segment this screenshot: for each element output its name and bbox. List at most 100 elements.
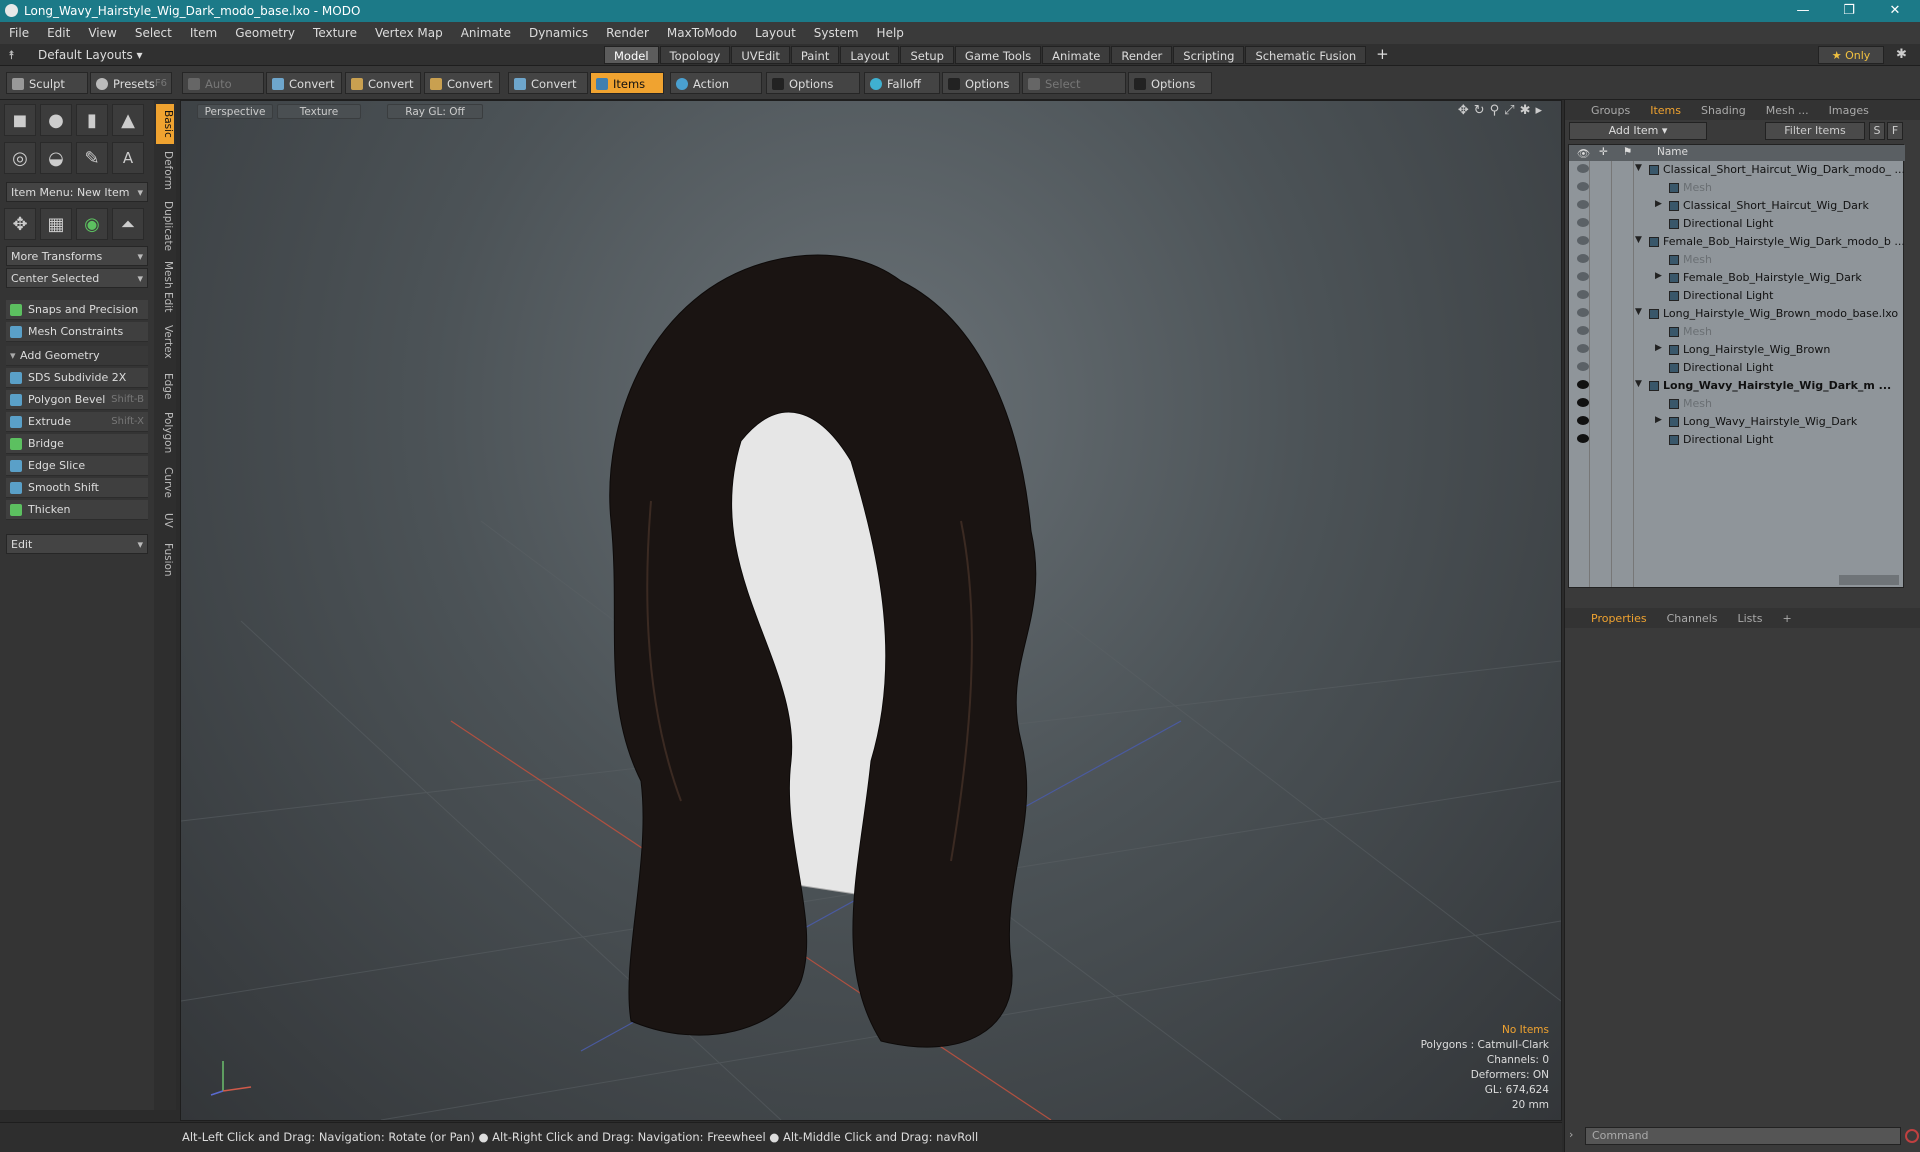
menu-item[interactable]: Item (181, 26, 226, 40)
expanded-arrow-icon[interactable]: ▼ (1635, 163, 1642, 173)
menu-select[interactable]: Select (126, 26, 181, 40)
tree-row[interactable]: ▶ Long_Wavy_Hairstyle_Wig_Dark (1569, 413, 1905, 431)
tool-extrude[interactable]: Extrude Shift-X (6, 412, 148, 432)
add-item-button[interactable]: Add Item ▾ (1569, 122, 1707, 140)
restore-button[interactable]: ❐ (1826, 0, 1872, 22)
tab-items[interactable]: Items (1640, 104, 1691, 117)
expanded-arrow-icon[interactable]: ▼ (1635, 379, 1642, 389)
visibility-eye-icon[interactable] (1577, 272, 1589, 281)
tab-topology[interactable]: Topology (659, 46, 731, 64)
tool-bridge[interactable]: Bridge (6, 434, 148, 454)
center-selected-dropdown[interactable]: Center Selected (6, 268, 148, 289)
tab-images[interactable]: Images (1819, 104, 1879, 117)
edit-dropdown[interactable]: Edit (6, 534, 148, 555)
tree-row[interactable]: ▼ Long_Hairstyle_Wig_Brown_modo_base.lxo (1569, 305, 1905, 323)
gear-icon[interactable]: ✱ (1896, 47, 1907, 62)
tree-row[interactable]: Directional Light (1569, 287, 1905, 305)
lock-header-icon[interactable]: ✛ (1599, 146, 1608, 158)
convert-button-2[interactable]: Convert (345, 72, 421, 94)
tab-model[interactable]: Model (604, 46, 659, 64)
visibility-eye-icon[interactable] (1577, 362, 1589, 371)
tab-paint[interactable]: Paint (790, 46, 840, 64)
tree-row[interactable]: Directional Light (1569, 431, 1905, 449)
collapsed-arrow-icon[interactable]: ▶ (1655, 343, 1662, 353)
tab-groups[interactable]: Groups (1581, 104, 1640, 117)
filter-items-input[interactable]: Filter Items (1765, 122, 1865, 140)
item-menu-dropdown[interactable]: Item Menu: New Item (6, 182, 148, 203)
action-center-button[interactable]: Action Center (670, 72, 762, 113)
tab-lists[interactable]: Lists (1728, 612, 1773, 625)
visibility-eye-icon[interactable] (1577, 434, 1589, 443)
menu-system[interactable]: System (805, 26, 868, 40)
minimize-button[interactable]: — (1780, 0, 1826, 22)
convert-button-4[interactable]: Convert (508, 72, 588, 94)
3d-viewport[interactable]: Perspective Texture Ray GL: Off ✥↻⚲⤢✱▸ N… (180, 100, 1562, 1121)
horizontal-scrollbar[interactable] (1839, 575, 1899, 585)
side-tab-uv[interactable]: UV (156, 506, 174, 534)
menu-dynamics[interactable]: Dynamics (520, 26, 597, 40)
menu-view[interactable]: View (79, 26, 125, 40)
tab-render[interactable]: Render (1111, 46, 1173, 64)
filter-f-button[interactable]: F (1887, 122, 1903, 140)
visibility-eye-icon[interactable] (1577, 182, 1589, 191)
visibility-eye-icon[interactable] (1577, 308, 1589, 317)
items-mode-button[interactable]: Items (590, 72, 664, 94)
tab-channels[interactable]: Channels (1657, 612, 1728, 625)
tab-properties[interactable]: Properties (1581, 612, 1657, 625)
menu-edit[interactable]: Edit (38, 26, 79, 40)
tab-schematic-fusion[interactable]: Schematic Fusion (1245, 46, 1367, 64)
tree-row[interactable]: Mesh (1569, 323, 1905, 341)
only-toggle[interactable]: ★ Only (1818, 46, 1884, 64)
expanded-arrow-icon[interactable]: ▼ (1635, 307, 1642, 317)
side-tab-deform[interactable]: Deform (156, 148, 174, 194)
more-transforms-dropdown[interactable]: More Transforms (6, 246, 148, 267)
text-icon[interactable]: A (112, 142, 144, 174)
tool-edge-slice[interactable]: Edge Slice (6, 456, 148, 476)
cube-icon[interactable]: ◼ (4, 104, 36, 136)
grid-icon[interactable]: ▦ (40, 208, 72, 240)
menu-vertex-map[interactable]: Vertex Map (366, 26, 452, 40)
visibility-eye-icon[interactable] (1577, 326, 1589, 335)
visibility-eye-icon[interactable] (1577, 218, 1589, 227)
transform-icon[interactable]: ✥ (4, 208, 36, 240)
visibility-eye-icon[interactable] (1577, 398, 1589, 407)
torus-icon[interactable]: ◎ (4, 142, 36, 174)
visibility-eye-icon[interactable] (1577, 254, 1589, 263)
sculpt-button[interactable]: Sculpt (6, 72, 88, 94)
tree-row[interactable]: ▼ Classical_Short_Haircut_Wig_Dark_modo_ … (1569, 161, 1905, 179)
visibility-eye-icon[interactable] (1577, 344, 1589, 353)
menu-file[interactable]: File (0, 26, 38, 40)
expanded-arrow-icon[interactable]: ▼ (1635, 235, 1642, 245)
side-tab-polygon[interactable]: Polygon (156, 408, 174, 458)
tab-animate[interactable]: Animate (1042, 46, 1111, 64)
side-tab-curve[interactable]: Curve (156, 462, 174, 502)
falloff-options-button[interactable]: Options (942, 72, 1020, 94)
side-tab-mesh-edit[interactable]: Mesh Edit (156, 258, 174, 316)
tree-row[interactable]: Mesh (1569, 251, 1905, 269)
tab-uvedit[interactable]: UVEdit (731, 46, 790, 64)
visibility-eye-icon[interactable] (1577, 290, 1589, 299)
visibility-eye-icon[interactable] (1577, 380, 1589, 389)
add-tab-icon[interactable]: + (1367, 46, 1398, 64)
menu-texture[interactable]: Texture (304, 26, 366, 40)
name-column-header[interactable]: Name (1657, 146, 1688, 158)
tab-layout[interactable]: Layout (840, 46, 900, 64)
tree-row[interactable]: Mesh (1569, 179, 1905, 197)
tool-sds-subdivide[interactable]: SDS Subdivide 2X (6, 368, 148, 388)
side-tab-basic[interactable]: Basic (156, 104, 174, 144)
cylinder-icon[interactable]: ▮ (76, 104, 108, 136)
menu-help[interactable]: Help (868, 26, 913, 40)
convert-button-3[interactable]: Convert (424, 72, 500, 94)
tab-scripting[interactable]: Scripting (1173, 46, 1245, 64)
snaps-precision-button[interactable]: Snaps and Precision (6, 300, 148, 320)
visibility-header-icon[interactable]: 👁 (1577, 147, 1590, 160)
pyramid-icon[interactable]: ⏶ (112, 208, 144, 240)
render-header-icon[interactable]: ⚑ (1623, 146, 1632, 158)
add-panel-tab-icon[interactable]: + (1772, 612, 1801, 625)
tab-game-tools[interactable]: Game Tools (954, 46, 1042, 64)
collapsed-arrow-icon[interactable]: ▶ (1655, 415, 1662, 425)
add-geometry-header[interactable]: ▾ Add Geometry (6, 346, 148, 366)
tree-row[interactable]: ▶ Classical_Short_Haircut_Wig_Dark (1569, 197, 1905, 215)
visibility-eye-icon[interactable] (1577, 416, 1589, 425)
sphere-icon[interactable]: ● (40, 104, 72, 136)
